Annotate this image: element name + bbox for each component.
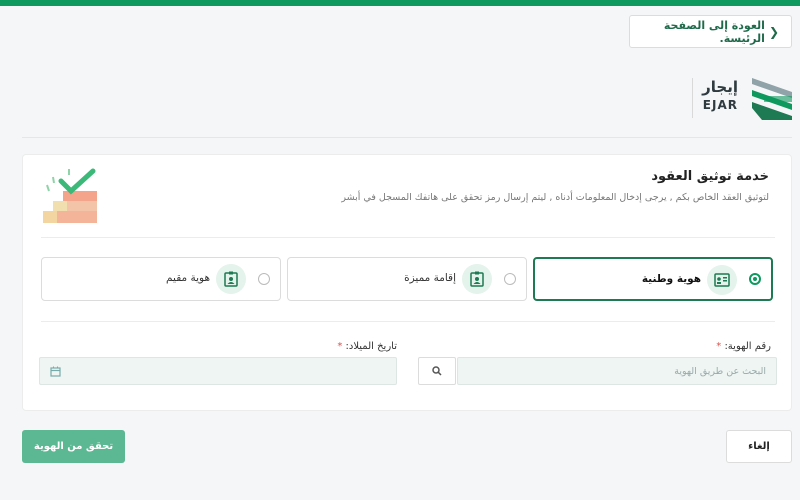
required-mark: * <box>337 341 343 352</box>
person-badge-icon <box>462 264 492 294</box>
logo-english-text: EJAR <box>702 98 738 112</box>
back-to-home-label: العودة إلى الصفحة الرئيسة. <box>663 18 765 45</box>
back-to-home-button[interactable]: ❮ العودة إلى الصفحة الرئيسة. <box>629 15 792 48</box>
id-number-label: رقم الهوية: * <box>716 341 771 352</box>
header-divider <box>22 137 792 138</box>
id-number-input[interactable]: البحث عن طريق الهوية <box>457 357 777 385</box>
person-badge-icon <box>216 264 246 294</box>
id-card-icon <box>707 265 737 295</box>
calendar-icon <box>50 366 61 377</box>
verified-steps-illustration-icon <box>43 168 97 223</box>
required-mark: * <box>716 341 722 352</box>
id-type-label-national: هوية وطنية <box>641 273 701 285</box>
dob-input[interactable] <box>39 357 397 385</box>
service-card: خدمة توثيق العقود لتوثيق العقد الخاص بكم… <box>22 154 792 411</box>
radio-unselected[interactable] <box>258 273 270 285</box>
chevron-right-icon: ❮ <box>768 24 779 39</box>
radio-selected[interactable] <box>749 273 761 285</box>
id-type-option-resident[interactable]: هوية مقيم <box>41 257 281 301</box>
id-type-label-resident: هوية مقيم <box>166 272 210 284</box>
card-divider <box>41 321 775 322</box>
card-divider <box>41 237 775 238</box>
id-type-label-premium-residency: إقامة مميزة <box>404 272 456 284</box>
cancel-button[interactable]: إلغاء <box>726 430 792 463</box>
search-icon <box>432 366 442 376</box>
service-title: خدمة توثيق العقود <box>651 169 769 184</box>
ejar-logo-mark-icon <box>752 78 792 120</box>
top-accent-bar <box>0 0 800 6</box>
verify-identity-button[interactable]: تحقق من الهوية <box>22 430 125 463</box>
ejar-logo: إيجار EJAR <box>692 74 794 122</box>
id-type-option-premium-residency[interactable]: إقامة مميزة <box>287 257 527 301</box>
logo-separator <box>692 78 693 118</box>
radio-unselected[interactable] <box>504 273 516 285</box>
dob-label: تاريخ الميلاد: * <box>337 341 397 352</box>
id-type-option-national[interactable]: هوية وطنية <box>533 257 773 301</box>
logo-arabic-text: إيجار <box>702 78 738 96</box>
service-subtitle: لتوثيق العقد الخاص بكم , يرجى إدخال المع… <box>341 192 769 203</box>
id-number-placeholder: البحث عن طريق الهوية <box>674 365 766 377</box>
search-button[interactable] <box>418 357 456 385</box>
